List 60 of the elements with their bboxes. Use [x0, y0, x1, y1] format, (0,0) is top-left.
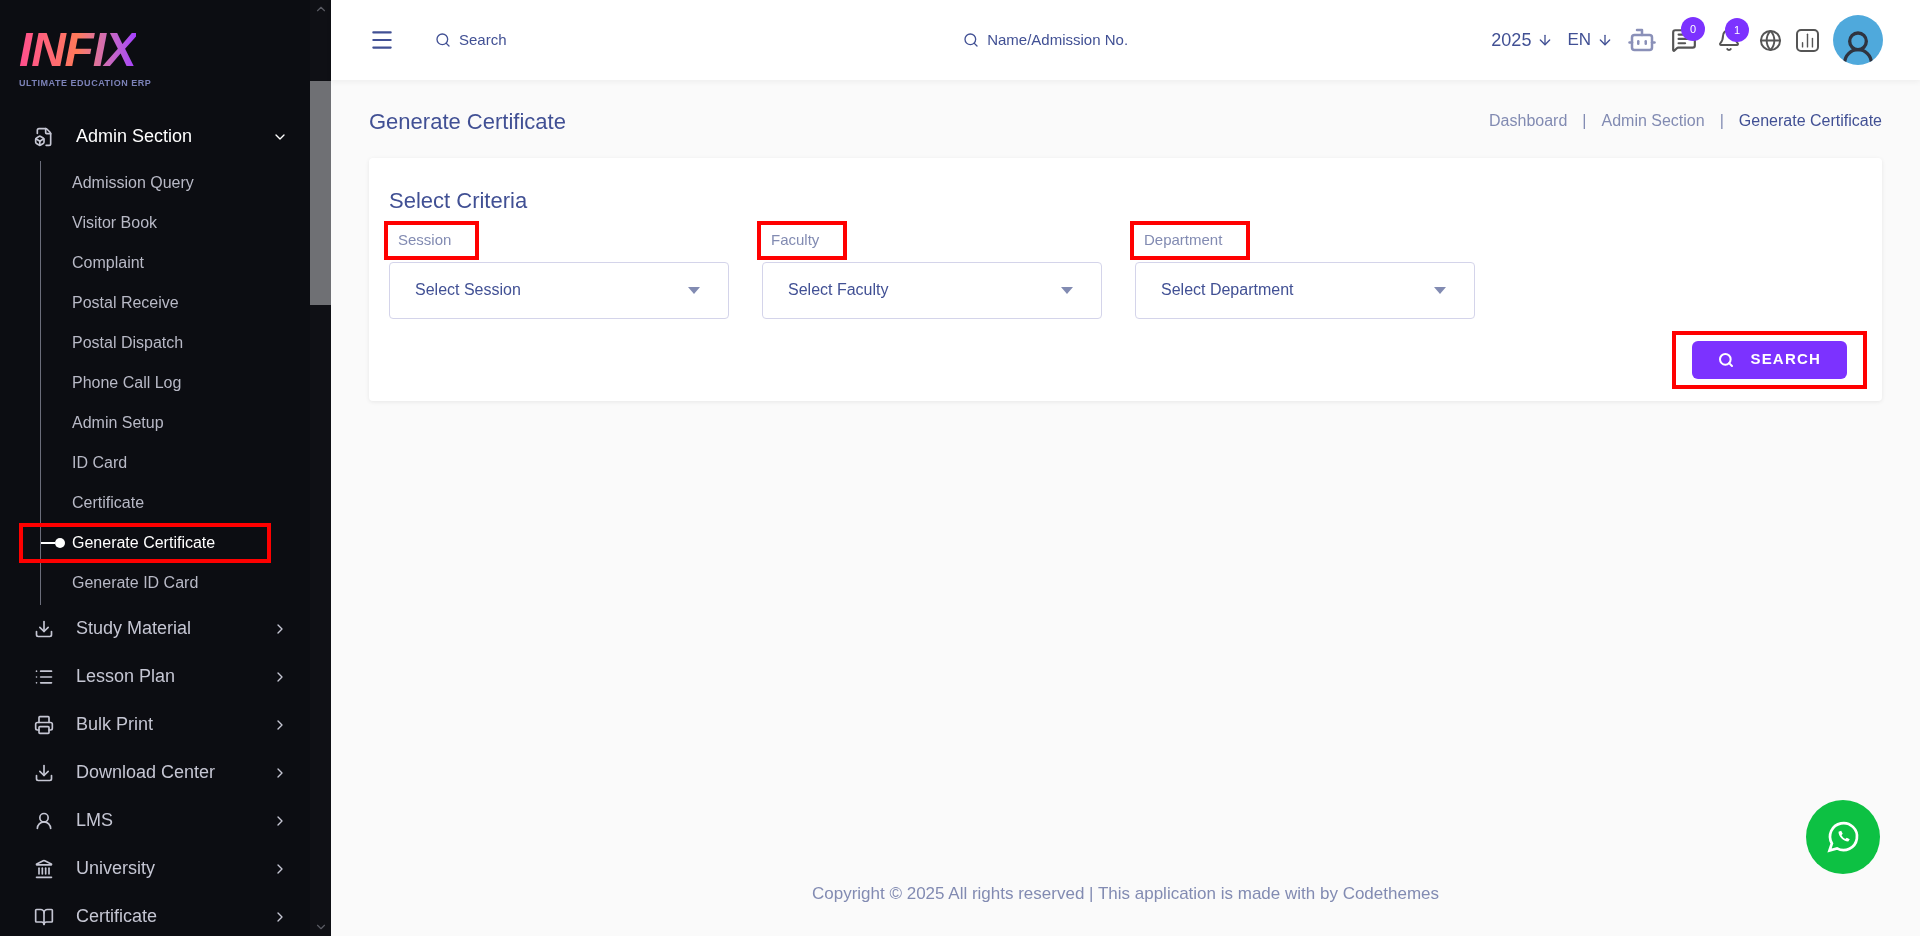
- submenu-item[interactable]: Postal Receive: [23, 286, 267, 319]
- count-badge: 0: [1681, 17, 1705, 41]
- arrow-down-icon: [1597, 32, 1613, 48]
- search-icon: [963, 32, 980, 48]
- caret-down-icon: [688, 286, 700, 294]
- breadcrumb-link[interactable]: Generate Certificate: [1738, 109, 1882, 133]
- download-icon: [34, 762, 54, 783]
- language-selector[interactable]: EN: [1567, 27, 1613, 53]
- phone-bubble-icon: [1825, 819, 1861, 855]
- select-dropdown[interactable]: Select Faculty: [762, 261, 1102, 319]
- scrollbar-thumb[interactable]: [310, 81, 331, 305]
- book-icon: [34, 906, 54, 927]
- chart-icon[interactable]: [1796, 28, 1819, 52]
- printer-icon: [34, 714, 54, 735]
- count-badge: 1: [1725, 18, 1749, 42]
- footer-text: Copyright © 2025 All rights reserved | This application is made with by Codethemes: [811, 882, 1440, 905]
- search-icon: [435, 32, 451, 48]
- sidebar-item[interactable]: Certificate: [0, 892, 310, 936]
- search-button[interactable]: SEARCH: [1692, 340, 1847, 379]
- field-label: Session: [397, 230, 453, 250]
- select-dropdown[interactable]: Select Department: [1135, 261, 1475, 319]
- search-field[interactable]: Search: [459, 28, 709, 52]
- download-icon: [34, 618, 54, 639]
- page-title: Generate Certificate: [369, 107, 566, 136]
- avatar[interactable]: [1833, 15, 1883, 65]
- submenu-item[interactable]: Admin Setup: [23, 406, 267, 439]
- sidebar-item[interactable]: Admin Section: [0, 112, 310, 161]
- year-selector[interactable]: 2025: [1491, 26, 1554, 54]
- bell-icon[interactable]: [1717, 28, 1741, 52]
- bank-icon: [34, 858, 54, 879]
- person-icon: [34, 810, 54, 831]
- logo-tagline: ULTIMATE EDUCATION ERP: [19, 77, 152, 90]
- active-dot-icon: [41, 537, 65, 548]
- submenu-item[interactable]: Certificate: [23, 486, 267, 519]
- submenu-item[interactable]: Generate Certificate: [23, 526, 267, 559]
- caret-down-icon: [1434, 286, 1446, 294]
- sidebar-item[interactable]: Study Material: [0, 604, 310, 653]
- sidebar-item[interactable]: Download Center: [0, 748, 310, 797]
- submenu-item[interactable]: Generate ID Card: [23, 566, 267, 599]
- globe-icon[interactable]: [1759, 28, 1782, 52]
- sidebar-item[interactable]: Bulk Print: [0, 700, 310, 749]
- submenu-item[interactable]: Postal Dispatch: [23, 326, 267, 359]
- submenu-item[interactable]: Phone Call Log: [23, 366, 267, 399]
- submenu-item[interactable]: Admission Query: [23, 166, 267, 199]
- submenu-item[interactable]: ID Card: [23, 446, 267, 479]
- breadcrumb-separator: |: [1719, 111, 1724, 131]
- student-search-field[interactable]: Name/Admission No.: [987, 28, 1248, 52]
- field-label: Faculty: [770, 230, 821, 250]
- caret-down-icon: [1061, 286, 1073, 294]
- sidebar-item[interactable]: University: [0, 844, 310, 893]
- select-dropdown[interactable]: Select Session: [389, 261, 729, 319]
- submenu-item[interactable]: Complaint: [23, 246, 267, 279]
- breadcrumb-separator: |: [1582, 111, 1587, 131]
- submenu-item[interactable]: Visitor Book: [23, 206, 267, 239]
- document-icon: [34, 126, 54, 147]
- sidebar-item[interactable]: LMS: [0, 796, 310, 845]
- search-icon: [1718, 351, 1735, 368]
- sidebar-item[interactable]: Lesson Plan: [0, 652, 310, 701]
- field-label: Department: [1143, 230, 1224, 250]
- card-title: Select Criteria: [388, 187, 529, 215]
